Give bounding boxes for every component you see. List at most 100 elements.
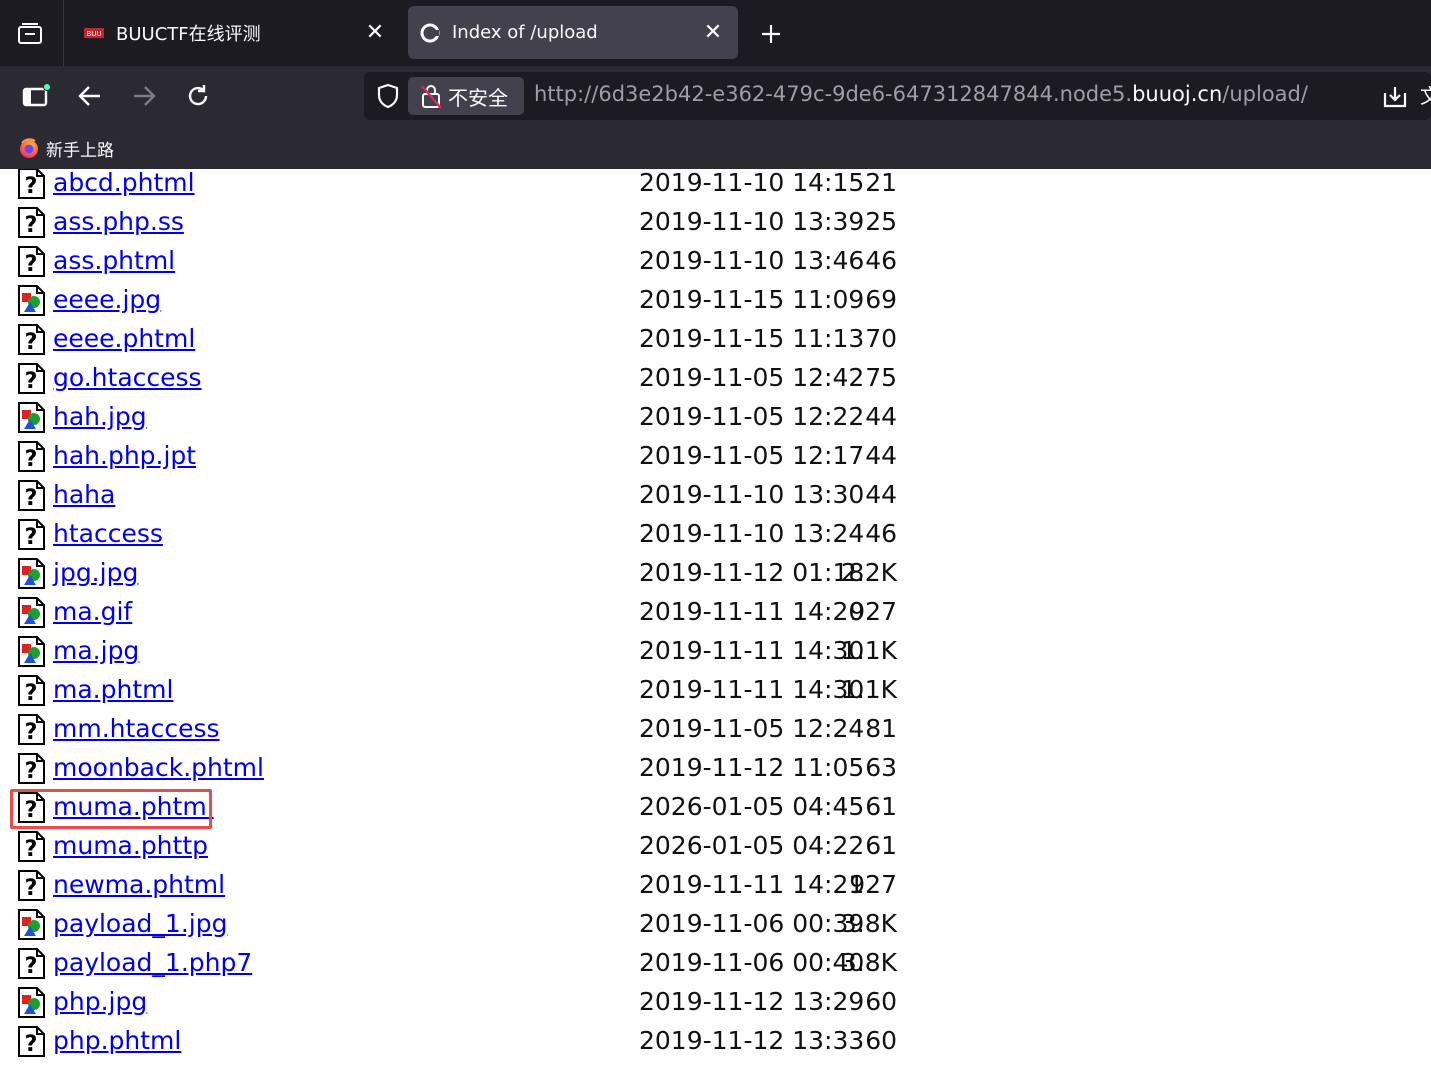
image-file-icon — [18, 285, 45, 316]
new-tab-button[interactable] — [752, 14, 790, 54]
file-size: 46 — [865, 519, 897, 548]
navigation-toolbar: 不安全 http://6d3e2b42-e362-479c-9de6-64731… — [0, 66, 1431, 126]
file-link[interactable]: muma.phttp — [53, 829, 208, 863]
file-link[interactable]: ass.php.ss — [53, 205, 184, 239]
file-row: ? newma.phtml 2019-11-11 14:21 927 — [0, 868, 1000, 907]
file-row: php.jpg 2019-11-12 13:29 60 — [0, 985, 1000, 1024]
file-modified-date: 2019-11-06 00:40 — [639, 948, 865, 977]
image-file-icon — [18, 987, 45, 1018]
file-link[interactable]: eeee.jpg — [53, 283, 161, 317]
unknown-file-icon: ? — [18, 246, 45, 277]
translate-icon[interactable]: 文 — [1420, 80, 1431, 110]
file-size: 81 — [865, 714, 897, 743]
file-modified-date: 2019-11-10 13:39 — [639, 207, 865, 236]
unknown-file-icon: ? — [18, 207, 45, 238]
svg-text:?: ? — [25, 681, 38, 706]
unknown-file-icon: ? — [18, 519, 45, 550]
tab-title: BUUCTF在线评测 — [116, 23, 261, 45]
file-modified-date: 2019-11-05 12:22 — [639, 402, 865, 431]
file-row: ? payload_1.php7 2019-11-06 00:40 3.8K — [0, 946, 1000, 985]
sidebar-button[interactable] — [16, 76, 56, 116]
file-size: 63 — [865, 753, 897, 782]
file-modified-date: 2019-11-12 01:18 — [639, 558, 865, 587]
close-tab-icon[interactable]: ✕ — [360, 18, 390, 48]
url-text[interactable]: http://6d3e2b42-e362-479c-9de6-647312847… — [534, 82, 1308, 106]
file-size: 44 — [865, 402, 897, 431]
unknown-file-icon: ? — [18, 948, 45, 979]
address-bar[interactable]: 不安全 http://6d3e2b42-e362-479c-9de6-64731… — [364, 72, 1431, 120]
file-row: ? ass.php.ss 2019-11-10 13:39 25 — [0, 205, 1000, 244]
url-host: buuoj.cn — [1132, 82, 1223, 106]
svg-text:?: ? — [25, 252, 38, 277]
file-row: ? moonback.phtml 2019-11-12 11:05 63 — [0, 751, 1000, 790]
file-row: ? htaccess 2019-11-10 13:24 46 — [0, 517, 1000, 556]
plus-icon — [762, 25, 780, 43]
file-link[interactable]: newma.phtml — [53, 868, 225, 902]
file-link[interactable]: ma.phtml — [53, 673, 173, 707]
file-link[interactable]: htaccess — [53, 517, 163, 551]
file-size: 60 — [865, 1026, 897, 1055]
file-modified-date: 2019-11-06 00:39 — [639, 909, 865, 938]
tab-separator — [63, 0, 64, 66]
svg-text:?: ? — [25, 954, 38, 979]
file-size: 60 — [865, 987, 897, 1016]
file-link[interactable]: ma.jpg — [53, 634, 139, 668]
file-size: 927 — [849, 597, 897, 626]
file-modified-date: 2019-11-10 13:24 — [639, 519, 865, 548]
file-size: 927 — [849, 870, 897, 899]
file-link[interactable]: jpg.jpg — [53, 556, 138, 590]
file-link[interactable]: mm.htaccess — [53, 712, 220, 746]
file-link[interactable]: eeee.phtml — [53, 322, 195, 356]
file-link[interactable]: payload_1.php7 — [53, 946, 252, 980]
file-link[interactable]: hah.php.jpt — [53, 439, 196, 473]
file-link[interactable]: moonback.phtml — [53, 751, 264, 785]
file-row: ? go.htaccess 2019-11-05 12:42 75 — [0, 361, 1000, 400]
highlight-box — [10, 789, 212, 829]
tab-buuctf[interactable]: BUU BUUCTF在线评测 ✕ — [72, 6, 400, 59]
back-button[interactable] — [70, 76, 110, 116]
file-link[interactable]: php.phtml — [53, 1024, 181, 1058]
svg-text:?: ? — [25, 837, 38, 862]
svg-text:?: ? — [25, 876, 38, 901]
tab-index-upload[interactable]: Index of /upload ✕ — [408, 6, 738, 59]
unknown-file-icon: ? — [18, 324, 45, 355]
file-size: 70 — [865, 324, 897, 353]
bookmark-getting-started[interactable]: 新手上路 — [18, 134, 114, 162]
unknown-file-icon: ? — [18, 1026, 45, 1057]
file-size: 25 — [865, 207, 897, 236]
reload-button[interactable] — [178, 76, 218, 116]
svg-text:?: ? — [25, 525, 38, 550]
file-link[interactable]: abcd.phtml — [53, 169, 195, 200]
file-size: 44 — [865, 441, 897, 470]
svg-text:?: ? — [25, 213, 38, 238]
forward-button[interactable] — [124, 76, 164, 116]
file-link[interactable]: php.jpg — [53, 985, 147, 1019]
shield-icon — [377, 83, 399, 109]
site-security-indicator[interactable]: 不安全 — [408, 77, 524, 115]
svg-text:?: ? — [25, 330, 38, 355]
file-modified-date: 2019-11-15 11:13 — [639, 324, 865, 353]
file-modified-date: 2019-11-11 14:30 — [639, 636, 865, 665]
list-all-tabs-button[interactable] — [10, 14, 50, 54]
file-link[interactable]: ma.gif — [53, 595, 132, 629]
file-size: 46 — [865, 246, 897, 275]
close-tab-icon[interactable]: ✕ — [698, 18, 728, 48]
file-link[interactable]: payload_1.jpg — [53, 907, 227, 941]
file-row: ? muma.phttp 2026-01-05 04:22 61 — [0, 829, 1000, 868]
file-row: ma.gif 2019-11-11 14:20 927 — [0, 595, 1000, 634]
unknown-file-icon: ? — [18, 363, 45, 394]
file-link[interactable]: ass.phtml — [53, 244, 175, 278]
svg-text:?: ? — [25, 447, 38, 472]
unknown-file-icon: ? — [18, 441, 45, 472]
file-row: ma.jpg 2019-11-11 14:30 1.1K — [0, 634, 1000, 673]
file-row: ? php.phtml 2019-11-12 13:33 60 — [0, 1024, 1000, 1063]
unknown-file-icon: ? — [18, 753, 45, 784]
downloads-button[interactable] — [1380, 82, 1410, 112]
download-icon — [1383, 87, 1407, 108]
tracking-protection-button[interactable] — [372, 78, 404, 114]
file-link[interactable]: hah.jpg — [53, 400, 147, 434]
file-row: ? haha 2019-11-10 13:30 44 — [0, 478, 1000, 517]
file-link[interactable]: go.htaccess — [53, 361, 202, 395]
file-link[interactable]: haha — [53, 478, 115, 512]
url-prefix: http://6d3e2b42-e362-479c-9de6-647312847… — [534, 82, 1133, 106]
